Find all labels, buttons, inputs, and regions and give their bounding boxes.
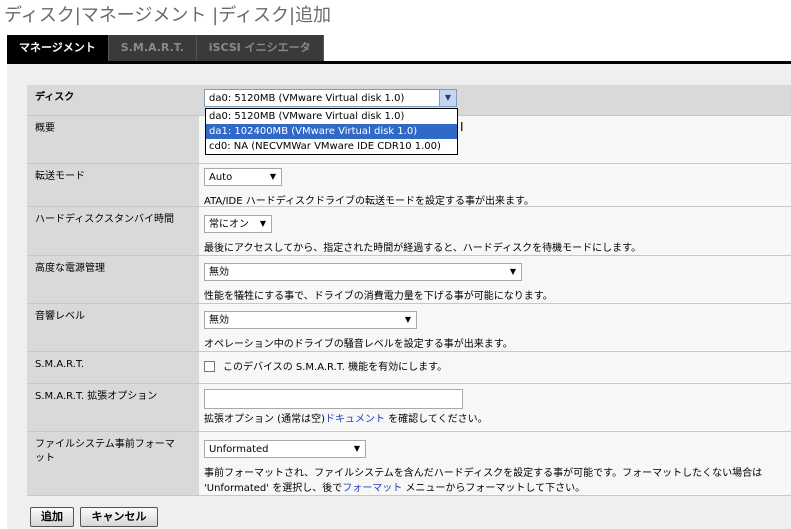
standby-description: 最後にアクセスしてから、指定された時間が経過すると、ハードディスクを待機モードに… — [204, 243, 642, 254]
acoustic-description: オペレーション中のドライブの騒音レベルを設定する事が出来ます。 — [204, 339, 513, 350]
smart-checkbox[interactable] — [204, 361, 215, 372]
standby-row: ハードディスクスタンバイ時間 常にオン ▼ 最後にアクセスしてから、指定された時… — [27, 207, 791, 256]
smart-label: S.M.A.R.T. — [27, 352, 199, 383]
preformat-description-line2: 'Unformated' を選択し、後でフォーマット メニューからフォーマットし… — [204, 483, 586, 494]
preformat-label: ファイルシステム事前フォーマット — [27, 432, 199, 495]
chevron-down-icon: ▼ — [509, 267, 517, 276]
smart-extended-description: 拡張オプション (通常は空)ドキュメント を確認してください。 — [204, 414, 488, 425]
summary-label: 概要 — [27, 116, 199, 163]
standby-select[interactable]: 常にオン ▼ — [204, 215, 272, 233]
power-management-select[interactable]: 無効 ▼ — [204, 263, 522, 281]
disk-select[interactable]: da0: 5120MB (VMware Virtual disk 1.0) ▼ — [204, 89, 457, 107]
smart-extended-input[interactable] — [204, 389, 463, 409]
preformat-row: ファイルシステム事前フォーマット Unformated ▼ 事前フォーマットされ… — [27, 432, 791, 496]
disk-option[interactable]: cd0: NA (NECVMWar VMware IDE CDR10 1.00) — [206, 139, 457, 154]
tab-iscsi-initiator[interactable]: iSCSI イニシエータ — [196, 35, 324, 61]
smart-checkbox-label: このデバイスの S.M.A.R.T. 機能を有効にします。 — [223, 362, 448, 373]
transfer-mode-value: Auto — [209, 172, 233, 183]
disk-option[interactable]: da0: 5120MB (VMware Virtual disk 1.0) — [206, 109, 457, 124]
power-management-description: 性能を犠牲にする事で、ドライブの消費電力量を下げる事が可能になります。 — [204, 291, 553, 302]
preformat-select[interactable]: Unformated ▼ — [204, 440, 366, 458]
preformat-value: Unformated — [209, 444, 269, 455]
smart-extended-row: S.M.A.R.T. 拡張オプション 拡張オプション (通常は空)ドキュメント … — [27, 384, 791, 432]
add-button[interactable]: 追加 — [30, 507, 74, 527]
disk-dropdown-list: da0: 5120MB (VMware Virtual disk 1.0) da… — [205, 108, 458, 155]
chevron-down-icon: ▼ — [269, 172, 277, 181]
chevron-down-icon: ▼ — [404, 315, 412, 324]
tab-management[interactable]: マネージメント — [7, 35, 109, 61]
acoustic-select[interactable]: 無効 ▼ — [204, 311, 417, 329]
tab-smart[interactable]: S.M.A.R.T. — [108, 35, 197, 61]
power-management-row: 高度な電源管理 無効 ▼ 性能を犠牲にする事で、ドライブの消費電力量を下げる事が… — [27, 256, 791, 304]
transfer-mode-select[interactable]: Auto ▼ — [204, 168, 282, 186]
power-management-value: 無効 — [209, 267, 229, 278]
transfer-mode-row: 転送モード Auto ▼ ATA/IDE ハードディスクドライブの転送モードを設… — [27, 164, 791, 207]
preformat-description-line1: 事前フォーマットされ、ファイルシステムを含んだハードディスクを設定する事が可能で… — [204, 468, 763, 479]
standby-label: ハードディスクスタンバイ時間 — [27, 207, 199, 255]
text-cursor-icon: I — [460, 120, 464, 134]
acoustic-label: 音響レベル — [27, 304, 199, 351]
acoustic-value: 無効 — [209, 315, 229, 326]
chevron-down-icon[interactable]: ▼ — [439, 90, 456, 106]
tab-bar: マネージメント S.M.A.R.T. iSCSI イニシエータ — [7, 35, 324, 61]
transfer-mode-label: 転送モード — [27, 164, 199, 206]
page-title: ディスク|マネージメント |ディスク|追加 — [4, 5, 332, 26]
chevron-down-icon: ▼ — [259, 219, 267, 228]
format-link[interactable]: フォーマット — [342, 483, 402, 494]
cancel-button[interactable]: キャンセル — [80, 507, 158, 527]
disk-label: ディスク — [27, 85, 199, 115]
smart-extended-label: S.M.A.R.T. 拡張オプション — [27, 384, 199, 431]
acoustic-row: 音響レベル 無効 ▼ オペレーション中のドライブの騒音レベルを設定する事が出来ま… — [27, 304, 791, 352]
chevron-down-icon: ▼ — [353, 444, 361, 453]
disk-option-highlighted[interactable]: da1: 102400MB (VMware Virtual disk 1.0) — [206, 124, 457, 139]
standby-value: 常にオン — [209, 219, 249, 230]
disk-select-value: da0: 5120MB (VMware Virtual disk 1.0) — [209, 93, 405, 104]
power-management-label: 高度な電源管理 — [27, 256, 199, 303]
smart-row: S.M.A.R.T. このデバイスの S.M.A.R.T. 機能を有効にします。 — [27, 352, 791, 384]
documentation-link[interactable]: ドキュメント — [325, 414, 385, 425]
